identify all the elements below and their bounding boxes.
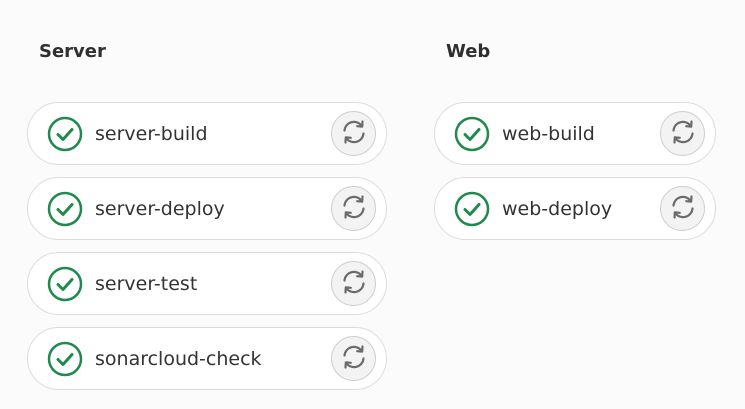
check-circle-icon [454, 116, 490, 152]
retry-icon [668, 117, 698, 151]
job-sonarcloud-check[interactable]: sonarcloud-check [27, 327, 387, 390]
job-name: sonarcloud-check [95, 348, 262, 370]
job-name: web-build [502, 123, 595, 145]
retry-icon [339, 192, 369, 226]
job-web-deploy[interactable]: web-deploy [434, 177, 716, 240]
retry-icon [668, 192, 698, 226]
check-circle-icon [47, 341, 83, 377]
stage-title: Web [446, 41, 491, 62]
job-name: server-deploy [95, 198, 225, 220]
stage-title: Server [39, 41, 106, 62]
retry-icon [339, 117, 369, 151]
retry-button[interactable] [660, 111, 705, 156]
job-list: web-build web-deploy [434, 102, 716, 252]
check-circle-icon [47, 266, 83, 302]
job-name: server-test [95, 273, 198, 295]
job-web-build[interactable]: web-build [434, 102, 716, 165]
retry-icon [339, 342, 369, 376]
job-server-deploy[interactable]: server-deploy [27, 177, 387, 240]
job-list: server-build server-deploy server-test s… [27, 102, 387, 402]
retry-button[interactable] [331, 261, 376, 306]
retry-button[interactable] [331, 111, 376, 156]
retry-button[interactable] [660, 186, 705, 231]
job-name: web-deploy [502, 198, 613, 220]
retry-icon [339, 267, 369, 301]
job-server-build[interactable]: server-build [27, 102, 387, 165]
check-circle-icon [454, 191, 490, 227]
check-circle-icon [47, 116, 83, 152]
retry-button[interactable] [331, 336, 376, 381]
retry-button[interactable] [331, 186, 376, 231]
pipeline-graph: Server server-build server-deploy server… [0, 0, 745, 409]
job-name: server-build [95, 123, 208, 145]
job-server-test[interactable]: server-test [27, 252, 387, 315]
check-circle-icon [47, 191, 83, 227]
